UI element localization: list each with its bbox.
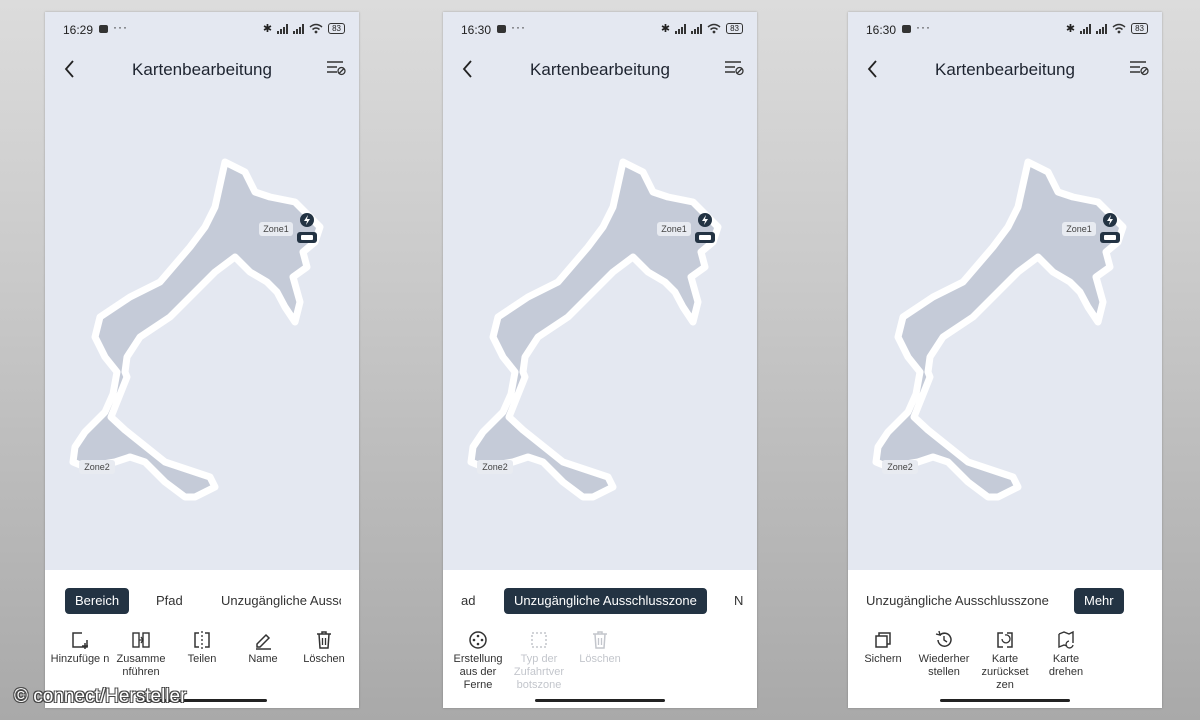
tab-ausschlusszone[interactable]: Unzugängliche Ausschlusszone [504,588,707,614]
bluetooth-icon: ✱ [660,23,671,35]
message-icon [902,25,911,33]
status-bar: 16:29 ··· ✱ 83 [61,20,345,38]
tab-mehr[interactable]: N [734,588,743,614]
map-settings-icon[interactable] [1128,58,1150,78]
zone-type-button[interactable]: Typ der Zufahrtver botszone [508,630,570,692]
signal-icon [675,23,687,34]
mode-tabs: Unzugängliche Ausschlusszone Mehr [848,588,1162,614]
svg-text:Zone2: Zone2 [84,462,110,472]
clock: 16:29 [63,23,94,37]
page-title: Kartenbearbeitung [530,60,670,79]
merge-icon [132,632,150,648]
merge-button[interactable]: Zusamme nführen [110,630,172,679]
wifi-icon [1112,23,1126,34]
trash-icon [317,631,331,649]
tab-bereich[interactable]: Bereich [65,588,130,614]
more-notifications-icon: ··· [916,20,931,34]
clock: 16:30 [461,23,492,37]
home-indicator[interactable] [535,699,665,702]
battery-icon: 83 [328,23,345,34]
map-settings-icon[interactable] [723,58,745,78]
page-title: Kartenbearbeitung [132,60,272,79]
svg-text:Zone2: Zone2 [887,462,913,472]
history-icon [935,630,952,647]
map-rotate-icon [1058,630,1074,649]
status-bar: 16:30 ··· ✱ 83 [864,20,1148,38]
copyright-watermark: © connect/Hersteller [14,686,187,707]
svg-text:Zone1: Zone1 [1066,224,1092,234]
tab-ausschlusszone[interactable]: Unzugängliche Ausschlusszone [866,588,1049,614]
map-reset-icon [997,632,1013,648]
copy-icon [875,632,891,648]
name-button[interactable]: Name [232,630,294,666]
message-icon [497,25,506,33]
header: Kartenbearbeitung [45,52,359,88]
trash-icon [593,631,607,649]
wifi-icon [309,23,323,34]
map-settings-icon[interactable] [325,58,347,78]
map-view[interactable]: Zone1 Zone2 [443,132,757,522]
map-view[interactable]: Zone1 Zone2 [848,132,1162,522]
map-view[interactable]: Zone1 Zone2 [45,132,359,522]
signal-icon [1080,23,1092,34]
edit-panel: Unzugängliche Ausschlusszone Mehr Sicher… [848,570,1162,708]
status-bar: 16:30 ··· ✱ 83 [459,20,743,38]
delete-button[interactable]: Löschen [569,630,631,666]
tab-pfad[interactable]: ad [461,588,475,614]
delete-button[interactable]: Löschen [293,630,355,666]
reset-map-button[interactable]: Karte zurückset zen [974,630,1036,692]
signal-icon [1096,23,1108,34]
dashed-square-icon [531,632,547,648]
page-title: Kartenbearbeitung [935,60,1075,79]
svg-text:Zone2: Zone2 [482,462,508,472]
action-bar: Erstellung aus der Ferne Typ der Zufahrt… [443,630,757,700]
svg-text:Zone1: Zone1 [263,224,289,234]
svg-text:Zone1: Zone1 [661,224,687,234]
tab-mehr[interactable]: Mehr [1074,588,1124,614]
battery-icon: 83 [726,23,743,34]
add-square-icon [72,632,88,649]
clock: 16:30 [866,23,897,37]
header: Kartenbearbeitung [848,52,1162,88]
more-notifications-icon: ··· [511,20,526,34]
tab-pfad[interactable]: Pfad [156,588,183,614]
edit-panel: ad Unzugängliche Ausschlusszone N Erstel… [443,570,757,708]
message-icon [99,25,108,33]
more-notifications-icon: ··· [113,20,128,34]
pencil-icon [256,633,271,650]
signal-icon [691,23,703,34]
remote-create-icon [469,631,487,649]
wifi-icon [707,23,721,34]
restore-button[interactable]: Wiederher stellen [913,630,975,679]
header: Kartenbearbeitung [443,52,757,88]
home-indicator[interactable] [940,699,1070,702]
phone-screen-3: 16:30 ··· ✱ 83 Kartenbearbeitung Zone1 Z… [848,12,1162,708]
signal-icon [293,23,305,34]
remote-create-button[interactable]: Erstellung aus der Ferne [447,630,509,692]
add-button[interactable]: Hinzufüge n [49,630,111,666]
phone-screen-1: 16:29 ··· ✱ 83 Kartenbearbeitung Zone1 Z… [45,12,359,708]
phone-screen-2: 16:30 ··· ✱ 83 Kartenbearbeitung Zone1 Z… [443,12,757,708]
bluetooth-icon: ✱ [1065,23,1076,35]
action-bar: Sichern Wiederher stellen Karte zurückse… [848,630,1162,700]
save-button[interactable]: Sichern [852,630,914,666]
split-icon [194,631,210,649]
signal-icon [277,23,289,34]
mode-tabs: Bereich Pfad Unzugängliche Ausscl [45,588,359,614]
rotate-map-button[interactable]: Karte drehen [1035,630,1097,679]
mode-tabs: ad Unzugängliche Ausschlusszone N [443,588,757,614]
tab-ausschlusszone[interactable]: Unzugängliche Ausscl [221,588,341,614]
bluetooth-icon: ✱ [262,23,273,35]
battery-icon: 83 [1131,23,1148,34]
split-button[interactable]: Teilen [171,630,233,666]
